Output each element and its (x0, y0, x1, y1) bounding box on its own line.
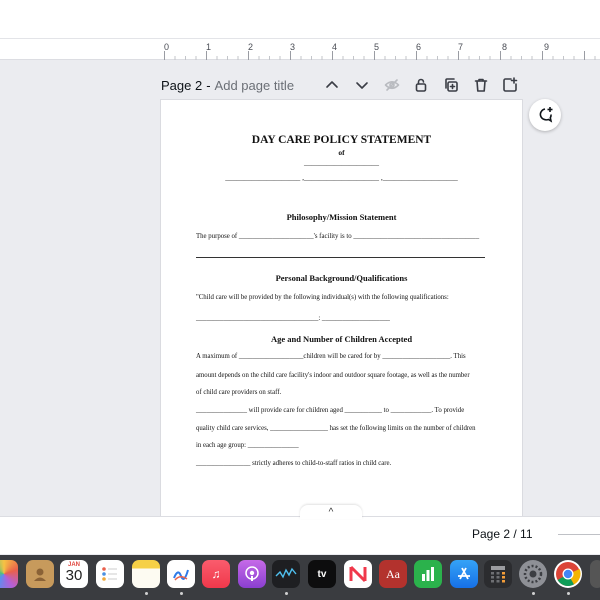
top-bar (0, 0, 600, 38)
ruler-label: 2 (248, 42, 254, 52)
app-store-icon[interactable] (450, 560, 478, 588)
paragraph-line: "Child care will be provided by the foll… (196, 294, 449, 301)
running-indicator (532, 592, 535, 595)
move-page-down-button[interactable] (352, 75, 372, 95)
tv-icon[interactable]: tv (308, 560, 336, 588)
duplicate-icon (445, 78, 458, 92)
add-comment-button[interactable] (529, 99, 561, 131)
ruler-label: 5 (374, 42, 380, 52)
page-title-input[interactable]: Add page title (215, 78, 295, 93)
hide-page-button[interactable] (382, 75, 402, 95)
calendar-day: 30 (65, 567, 83, 584)
paragraph-line: amount depends on the child care facilit… (196, 372, 470, 379)
ruler-label: 1 (206, 42, 212, 52)
duplicate-page-button[interactable] (441, 75, 461, 95)
zoom-slider-track[interactable] (558, 534, 600, 535)
document-page[interactable]: DAY CARE POLICY STATEMENT of ___________… (161, 100, 522, 518)
ruler-ticks (0, 39, 600, 60)
dock-overflow-icon[interactable] (590, 560, 600, 588)
document-title: DAY CARE POLICY STATEMENT (251, 134, 432, 146)
chrome-icon[interactable] (554, 560, 582, 588)
ruler: 0 1 2 3 4 5 6 7 8 9 (0, 38, 600, 60)
system-settings-icon[interactable] (519, 560, 547, 588)
section-heading: Age and Number of Children Accepted (270, 334, 413, 344)
ruler-label: 9 (544, 42, 550, 52)
chevron-up-icon (326, 81, 338, 88)
music-icon[interactable]: ♫ (202, 560, 230, 588)
calendar-icon[interactable]: JAN 30 (60, 560, 88, 588)
document-of: of (338, 148, 345, 157)
paragraph-line: ____________________________________: __… (196, 315, 390, 322)
paragraph-line: A maximum of ___________________children… (196, 353, 466, 360)
blank-line: ____________________ (304, 158, 379, 167)
freeform-icon[interactable] (167, 560, 195, 588)
paragraph-line: of child care providers on staff. (196, 389, 282, 396)
running-indicator (145, 592, 148, 595)
blank-rule (196, 257, 485, 258)
move-page-up-button[interactable] (322, 75, 342, 95)
photos-icon[interactable] (0, 560, 18, 588)
paragraph-line: ________________ strictly adheres to chi… (196, 460, 392, 467)
add-page-button[interactable] (500, 75, 520, 95)
ruler-label: 3 (290, 42, 296, 52)
comment-add-icon (539, 107, 553, 123)
paragraph-line: quality child care services, ___________… (196, 425, 476, 432)
running-indicator (285, 592, 288, 595)
delete-page-button[interactable] (471, 75, 491, 95)
paragraph-line: in each age group: _______________ (196, 442, 299, 449)
stocks-icon[interactable] (272, 560, 300, 588)
hide-icon (384, 79, 400, 91)
ruler-label: 4 (332, 42, 338, 52)
running-indicator (567, 592, 570, 595)
page-count[interactable]: Page 2 / 11 (472, 527, 533, 541)
dictionary-label: Aa (386, 566, 400, 581)
lock-page-button[interactable] (411, 75, 431, 95)
numbers-icon[interactable] (414, 560, 442, 588)
page-label-separator: - (206, 77, 211, 93)
running-indicator (180, 592, 183, 595)
ruler-label: 8 (502, 42, 508, 52)
news-icon[interactable] (344, 560, 372, 588)
ruler-label: 7 (458, 42, 464, 52)
blank-line: ____________________ ,__________________… (225, 173, 458, 182)
ruler-label: 6 (416, 42, 422, 52)
podcasts-icon[interactable] (238, 560, 266, 588)
notes-icon[interactable] (132, 560, 160, 588)
calculator-icon[interactable] (484, 560, 512, 588)
section-heading: Philosophy/Mission Statement (286, 212, 397, 222)
trash-icon (474, 78, 488, 92)
reminders-icon[interactable] (96, 560, 124, 588)
section-heading: Personal Background/Qualifications (275, 273, 408, 283)
contacts-icon[interactable] (26, 560, 54, 588)
chevron-up-icon: ^ (328, 506, 334, 518)
ruler-label: 0 (164, 42, 170, 52)
chevron-down-icon (356, 82, 368, 89)
page-label: Page 2 (161, 77, 203, 93)
paragraph-line: _______________ will provide care for ch… (196, 407, 465, 414)
dictionary-icon[interactable]: Aa (379, 560, 407, 588)
expand-pages-button[interactable]: ^ (300, 505, 362, 519)
lock-icon (415, 78, 427, 92)
paragraph-line: The purpose of ______________________'s … (196, 233, 480, 240)
add-page-icon (503, 77, 518, 92)
